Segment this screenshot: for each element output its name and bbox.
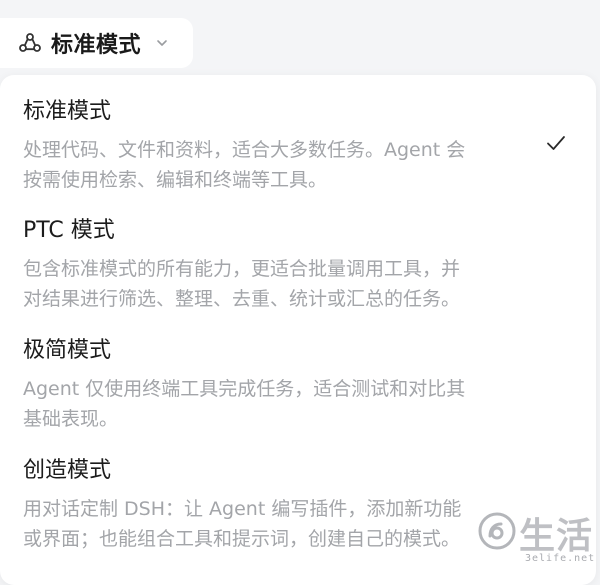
menu-item-standard-mode[interactable]: 标准模式 处理代码、文件和资料，适合大多数任务。Agent 会 按需使用检索、编…	[23, 97, 563, 195]
mode-selector-button[interactable]: 标准模式	[0, 18, 193, 68]
menu-item-title: 标准模式	[23, 99, 112, 124]
menu-item-description: 处理代码、文件和资料，适合大多数任务。Agent 会 按需使用检索、编辑和终端等…	[23, 135, 563, 195]
mode-dropdown-menu: 标准模式 处理代码、文件和资料，适合大多数任务。Agent 会 按需使用检索、编…	[0, 75, 596, 585]
menu-item-description-line: 处理代码、文件和资料，适合大多数任务。Agent 会	[23, 139, 466, 161]
menu-item-description: 包含标准模式的所有能力，更适合批量调用工具，并 对结果进行筛选、整理、去重、统计…	[23, 254, 563, 314]
menu-item-title: 创造模式	[23, 458, 112, 483]
menu-item-description: Agent 仅使用终端工具完成任务，适合测试和对比其 基础表现。	[23, 374, 563, 434]
checkmark-icon	[545, 133, 567, 153]
menu-item-description-line: 包含标准模式的所有能力，更适合批量调用工具，并	[23, 258, 461, 280]
agent-mode-icon	[17, 30, 43, 56]
menu-item-description-line: 用对话定制 DSH：让 Agent 编写插件，添加新功能	[23, 498, 462, 520]
chevron-down-icon	[153, 34, 171, 52]
menu-item-description-line: 按需使用检索、编辑和终端等工具。	[23, 169, 328, 191]
menu-item-description-line: 或界面；也能组合工具和提示词，创建自己的模式。	[23, 528, 461, 550]
menu-item-title: PTC 模式	[23, 218, 115, 243]
menu-item-description-line: 对结果进行筛选、整理、去重、统计或汇总的任务。	[23, 288, 461, 310]
menu-item-description-line: 基础表现。	[23, 408, 119, 430]
menu-item-ptc-mode[interactable]: PTC 模式 包含标准模式的所有能力，更适合批量调用工具，并 对结果进行筛选、整…	[23, 216, 563, 314]
menu-item-title: 极简模式	[23, 338, 112, 363]
current-mode-label: 标准模式	[51, 33, 142, 58]
menu-item-minimal-mode[interactable]: 极简模式 Agent 仅使用终端工具完成任务，适合测试和对比其 基础表现。	[23, 336, 563, 434]
menu-item-description-line: Agent 仅使用终端工具完成任务，适合测试和对比其	[23, 378, 466, 400]
menu-item-creative-mode[interactable]: 创造模式 用对话定制 DSH：让 Agent 编写插件，添加新功能 或界面；也能…	[23, 456, 563, 554]
menu-item-description: 用对话定制 DSH：让 Agent 编写插件，添加新功能 或界面；也能组合工具和…	[23, 494, 563, 554]
